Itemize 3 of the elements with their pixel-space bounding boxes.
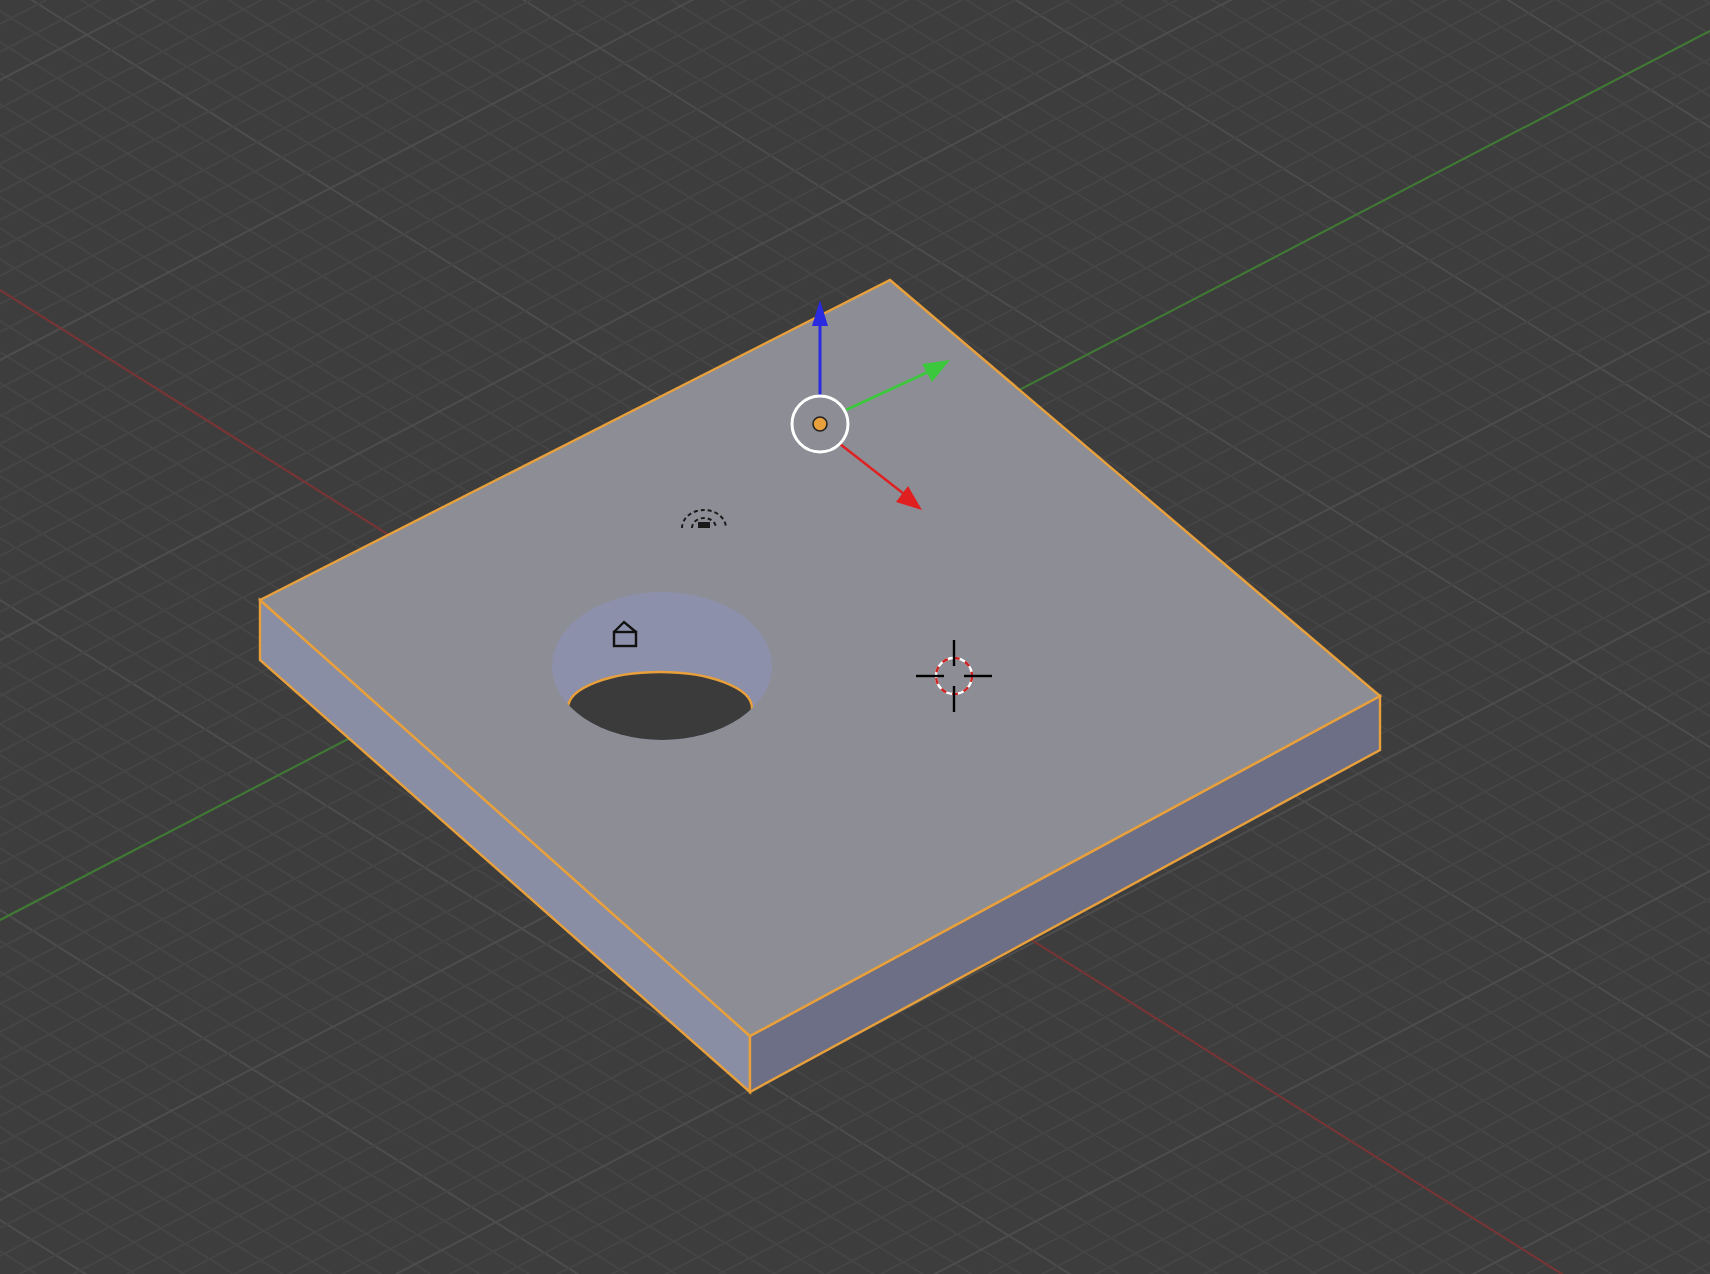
lamp-icon (681, 509, 727, 529)
3d-cursor-icon (916, 640, 992, 712)
camera-icon (612, 620, 638, 648)
